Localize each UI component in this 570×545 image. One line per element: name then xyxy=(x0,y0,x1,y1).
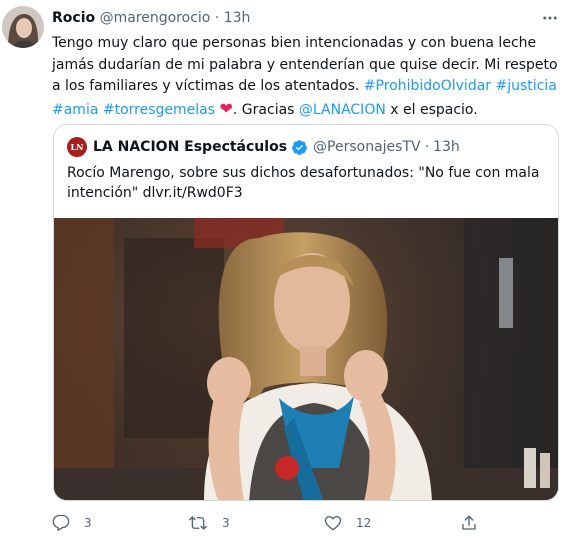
heart-emoji: ❤ xyxy=(219,98,233,118)
author-handle[interactable]: @marengorocio xyxy=(100,10,211,26)
share-button[interactable] xyxy=(460,514,492,532)
tweet-text: Tengo muy claro que personas bien intenc… xyxy=(52,33,562,121)
quoted-text: Rocío Marengo, sobre sus dichos desafort… xyxy=(67,165,540,201)
avatar-image xyxy=(2,6,44,48)
tweet-actions: 3 3 12 xyxy=(52,514,492,534)
hashtag-justicia[interactable]: #justicia xyxy=(496,78,557,94)
tweet-time[interactable]: 13h xyxy=(224,10,251,26)
quoted-separator: · xyxy=(424,139,430,155)
quoted-tweet[interactable]: LN LA NACION Espectáculos @PersonajesTV … xyxy=(53,124,559,501)
reply-icon xyxy=(52,514,70,531)
tweet-text-gracias: . Gracias xyxy=(232,101,299,118)
retweet-button[interactable]: 3 xyxy=(188,514,230,532)
hashtag-amia[interactable]: #amia xyxy=(52,102,98,118)
retweet-count: 3 xyxy=(222,516,230,530)
hashtag-prohibidoolvidar[interactable]: #ProhibidoOlvidar xyxy=(364,78,491,94)
like-button[interactable]: 12 xyxy=(324,514,371,532)
retweet-icon xyxy=(189,516,207,530)
quoted-handle[interactable]: @PersonajesTV xyxy=(313,138,421,156)
quoted-avatar[interactable]: LN xyxy=(67,137,87,157)
mention-lanacion[interactable]: @LANACION xyxy=(299,102,386,118)
header-separator: · xyxy=(214,10,220,26)
quoted-author-name[interactable]: LA NACION Espectáculos xyxy=(93,138,287,156)
like-count: 12 xyxy=(356,516,372,530)
quoted-photo[interactable] xyxy=(54,218,558,500)
avatar[interactable] xyxy=(2,6,44,48)
tweet-text-end: x el espacio. xyxy=(385,101,478,118)
tweet-header: Rocio @marengorocio · 13h xyxy=(52,9,250,27)
tweet[interactable]: Rocio @marengorocio · 13h Tengo muy clar… xyxy=(0,0,570,545)
quoted-header: LN LA NACION Espectáculos @PersonajesTV … xyxy=(67,137,460,157)
more-icon[interactable] xyxy=(540,8,560,28)
reply-button[interactable]: 3 xyxy=(52,514,92,532)
like-icon xyxy=(324,515,342,531)
hashtag-torresgemelas[interactable]: #torresgemelas xyxy=(103,102,215,118)
quoted-time[interactable]: 13h xyxy=(433,138,460,156)
verified-badge-icon xyxy=(291,139,308,156)
author-name[interactable]: Rocio xyxy=(52,10,95,26)
reply-count: 3 xyxy=(84,516,92,530)
share-icon xyxy=(462,515,476,530)
